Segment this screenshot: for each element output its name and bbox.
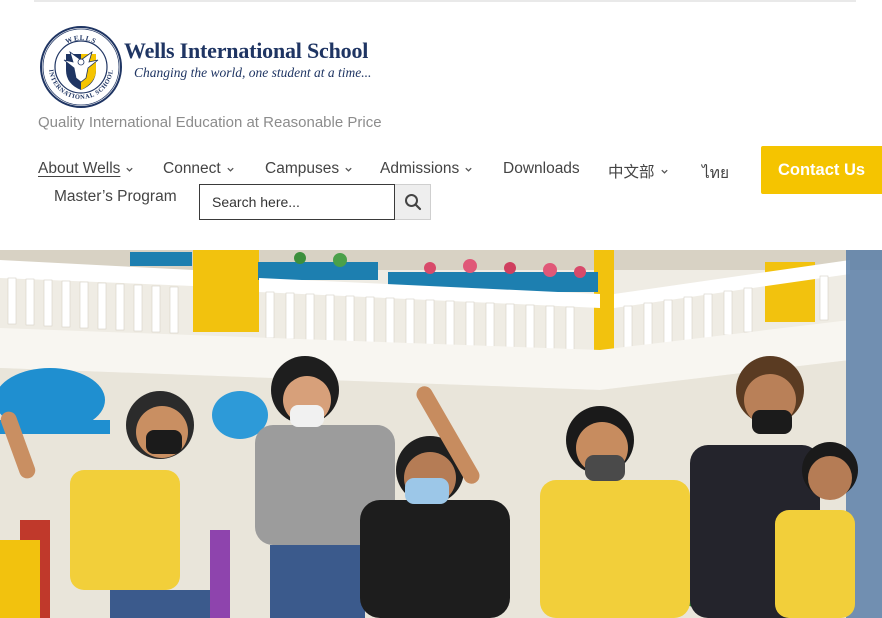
hero-illustration bbox=[0, 250, 882, 618]
search-icon bbox=[404, 194, 421, 211]
school-tagline: Changing the world, one student at a tim… bbox=[134, 65, 372, 80]
nav-thai-label: ไทย bbox=[702, 165, 730, 182]
nav-campuses[interactable]: Campuses bbox=[265, 160, 353, 178]
chevron-down-icon bbox=[227, 167, 234, 172]
quality-statement: Quality International Education at Reaso… bbox=[38, 114, 382, 131]
hero-photo bbox=[0, 250, 882, 618]
nav-masters-program[interactable]: Master’s Program bbox=[54, 188, 177, 206]
nav-admissions[interactable]: Admissions bbox=[380, 160, 473, 178]
chevron-down-icon bbox=[465, 167, 472, 172]
nav-about-wells-label: About Wells bbox=[38, 160, 121, 177]
nav-downloads[interactable]: Downloads bbox=[503, 160, 580, 178]
top-divider bbox=[34, 0, 856, 2]
chevron-down-icon bbox=[126, 167, 134, 172]
chevron-down-icon bbox=[345, 167, 352, 172]
nav-admissions-label: Admissions bbox=[380, 160, 460, 177]
school-name[interactable]: Wells International School bbox=[124, 38, 368, 64]
nav-thai[interactable]: ไทย bbox=[702, 160, 729, 185]
nav-downloads-label: Downloads bbox=[503, 160, 580, 177]
nav-masters-label: Master’s Program bbox=[54, 188, 177, 205]
contact-us-button[interactable]: Contact Us bbox=[761, 146, 882, 194]
nav-connect-label: Connect bbox=[163, 160, 221, 177]
nav-connect[interactable]: Connect bbox=[163, 160, 235, 178]
search-form bbox=[199, 184, 431, 220]
nav-about-wells[interactable]: About Wells bbox=[38, 160, 134, 178]
nav-chinese-label: 中文部 bbox=[608, 164, 655, 181]
chevron-down-icon bbox=[660, 169, 668, 174]
search-button[interactable] bbox=[395, 184, 431, 220]
nav-chinese[interactable]: 中文部 bbox=[608, 160, 669, 182]
school-logo[interactable]: WELLS INTERNATIONAL SCHOOL bbox=[40, 26, 122, 108]
nav-campuses-label: Campuses bbox=[265, 160, 340, 177]
search-input[interactable] bbox=[199, 184, 395, 220]
